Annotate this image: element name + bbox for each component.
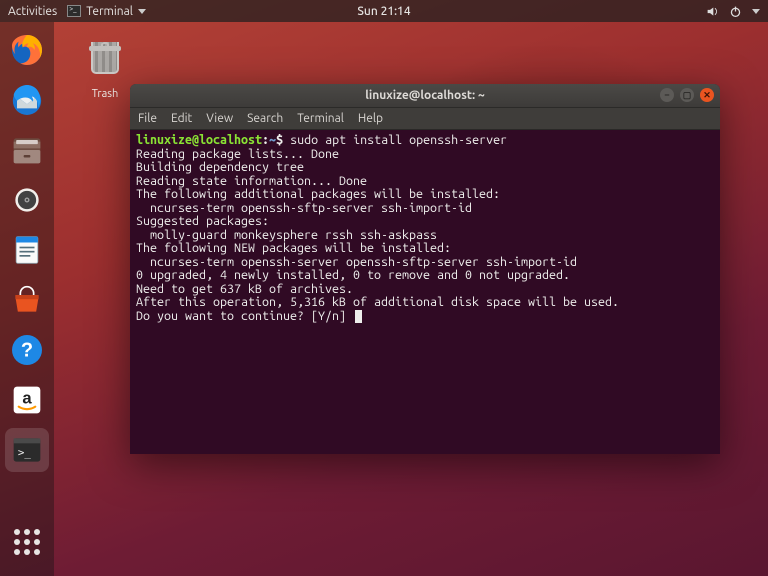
terminal-window: linuxize@localhost: ~ – ▢ ✕ File Edit Vi… [130, 84, 720, 454]
close-button[interactable]: ✕ [700, 88, 714, 102]
dock-software[interactable] [5, 278, 49, 322]
out-line: Do you want to continue? [Y/n] [136, 309, 353, 323]
dock-firefox[interactable] [5, 28, 49, 72]
activities-button[interactable]: Activities [8, 5, 57, 18]
out-line: molly-guard monkeysphere rssh ssh-askpas… [136, 228, 437, 242]
chevron-down-icon [138, 9, 146, 14]
prompt-sep: : [262, 133, 269, 147]
svg-text:>_: >_ [18, 446, 32, 459]
out-line: ncurses-term openssh-sftp-server ssh-imp… [136, 201, 472, 215]
desktop-trash-label: Trash [74, 88, 136, 100]
desktop-trash[interactable]: Trash [74, 32, 136, 100]
clock[interactable]: Sun 21:14 [357, 5, 410, 18]
window-title: linuxize@localhost: ~ [365, 89, 485, 102]
prompt-userhost: linuxize@localhost [136, 133, 262, 147]
out-line: Building dependency tree [136, 160, 304, 174]
svg-text:a: a [22, 388, 32, 407]
dock-thunderbird[interactable] [5, 78, 49, 122]
dock-amazon[interactable]: a [5, 378, 49, 422]
prompt-symbol: $ [276, 133, 283, 147]
out-line: Suggested packages: [136, 214, 269, 228]
menu-search[interactable]: Search [247, 112, 283, 125]
terminal-output[interactable]: linuxize@localhost:~$ sudo apt install o… [130, 130, 720, 454]
power-icon[interactable] [729, 5, 742, 18]
apps-grid-icon [14, 529, 40, 555]
menu-help[interactable]: Help [358, 112, 383, 125]
app-menu-label: Terminal [86, 5, 133, 18]
terminal-icon [67, 5, 81, 17]
dock-terminal[interactable]: >_ [5, 428, 49, 472]
volume-icon[interactable] [706, 5, 719, 18]
maximize-button[interactable]: ▢ [680, 88, 694, 102]
minimize-button[interactable]: – [660, 88, 674, 102]
menu-view[interactable]: View [206, 112, 233, 125]
trash-icon [85, 42, 125, 86]
out-line: After this operation, 5,316 kB of additi… [136, 295, 619, 309]
out-line: The following NEW packages will be insta… [136, 241, 451, 255]
dock: ? a >_ [0, 22, 54, 576]
window-titlebar[interactable]: linuxize@localhost: ~ – ▢ ✕ [130, 84, 720, 108]
menu-edit[interactable]: Edit [171, 112, 192, 125]
command-text: sudo apt install openssh-server [290, 133, 507, 147]
menu-file[interactable]: File [138, 112, 157, 125]
out-line: Reading package lists... Done [136, 147, 339, 161]
dock-files[interactable] [5, 128, 49, 172]
out-line: ncurses-term openssh-server openssh-sftp… [136, 255, 577, 269]
menu-terminal[interactable]: Terminal [297, 112, 344, 125]
dock-help[interactable]: ? [5, 328, 49, 372]
dock-rhythmbox[interactable] [5, 178, 49, 222]
app-menu[interactable]: Terminal [67, 5, 146, 18]
out-line: 0 upgraded, 4 newly installed, 0 to remo… [136, 268, 570, 282]
prompt-path: ~ [269, 133, 276, 147]
svg-text:?: ? [21, 340, 33, 362]
system-menu-chevron-icon[interactable] [752, 9, 760, 14]
cursor-icon [355, 310, 362, 323]
top-panel: Activities Terminal Sun 21:14 [0, 0, 768, 22]
menu-bar: File Edit View Search Terminal Help [130, 108, 720, 130]
out-line: Need to get 637 kB of archives. [136, 282, 353, 296]
show-applications[interactable] [5, 520, 49, 564]
out-line: The following additional packages will b… [136, 187, 500, 201]
dock-writer[interactable] [5, 228, 49, 272]
out-line: Reading state information... Done [136, 174, 367, 188]
